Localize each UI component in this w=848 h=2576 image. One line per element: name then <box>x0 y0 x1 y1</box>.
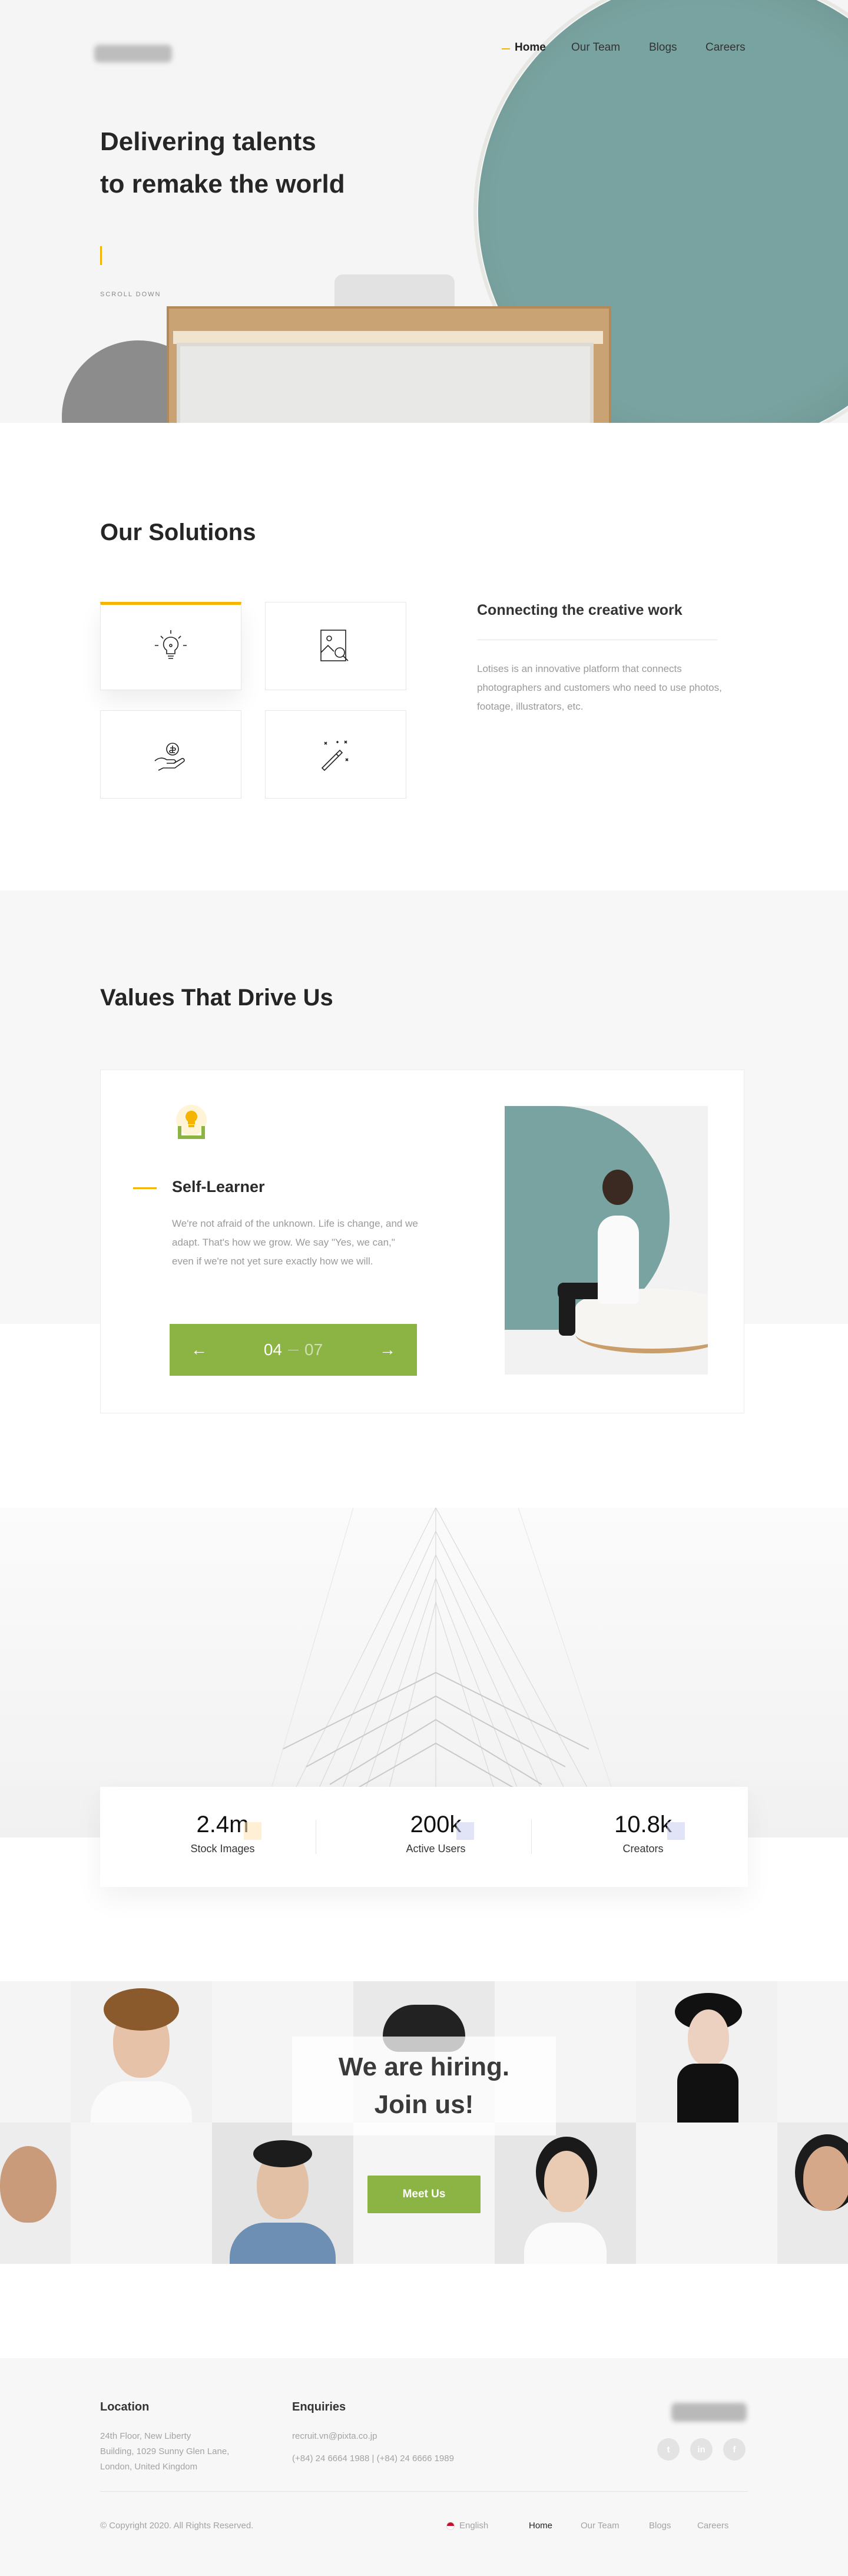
language-selector[interactable]: English <box>446 2521 488 2531</box>
scroll-indicator <box>100 246 102 265</box>
solution-card-lightbulb[interactable] <box>100 602 241 690</box>
stat-label-creators: Creators <box>622 1843 664 1855</box>
solutions-text: Lotises is an innovative platform that c… <box>477 663 722 712</box>
hero-cabinet-top <box>173 331 603 344</box>
photo-person-body <box>598 1216 639 1304</box>
footer-nav-home[interactable]: Home <box>529 2521 552 2531</box>
stat-creators: 10.8k Creators <box>555 1812 731 1855</box>
values-title: Values That Drive Us <box>100 985 333 1011</box>
hero-title: Delivering talents to remake the world <box>100 121 345 206</box>
meet-us-button[interactable]: Meet Us <box>367 2176 481 2213</box>
values-pager: ← 04 07 → <box>170 1324 417 1376</box>
stat-divider <box>531 1820 532 1854</box>
lightbulb-icon <box>155 630 187 659</box>
scroll-down-label[interactable]: SCROLL DOWN <box>100 291 161 298</box>
hand-coin-icon <box>154 743 185 771</box>
solutions-title: Our Solutions <box>100 519 256 545</box>
stat-chip-stock-images <box>244 1822 262 1840</box>
hero-section: Home Our Team Blogs Careers Delivering t… <box>0 0 848 423</box>
photo-person-head <box>602 1170 633 1205</box>
hero-title-line1: Delivering talents <box>100 127 316 156</box>
nav-careers[interactable]: Careers <box>705 41 746 54</box>
solutions-heading: Connecting the creative work <box>477 602 683 618</box>
magic-wand-icon <box>321 740 349 772</box>
hero-cabinet-inner <box>177 343 594 423</box>
stat-label-stock-images: Stock Images <box>190 1843 255 1855</box>
stats-card: 2.4m Stock Images 200k Active Users 10.8… <box>100 1787 748 1887</box>
values-photo <box>505 1106 708 1375</box>
solution-card-image-search[interactable] <box>265 602 406 690</box>
lightbulb-book-icon <box>176 1105 207 1139</box>
stat-active-users: 200k Active Users <box>347 1812 524 1855</box>
team-photo-black-hat <box>636 1981 777 2123</box>
hiring-title-line2: Join us! <box>374 2090 474 2119</box>
footer-location-line3: London, United Kingdom <box>100 2462 198 2472</box>
uk-flag-icon <box>446 2521 455 2530</box>
hero-title-line2: to remake the world <box>100 170 345 198</box>
value-text: We're not afraid of the unknown. Life is… <box>172 1218 418 1267</box>
image-search-icon <box>320 630 349 661</box>
footer-phones[interactable]: (+84) 24 6664 1988 | (+84) 24 6666 1989 <box>292 2451 454 2466</box>
team-photo-bangs <box>495 2123 636 2264</box>
logo[interactable] <box>94 45 172 62</box>
team-photo-woman-left <box>0 2123 71 2264</box>
footer-copyright: © Copyright 2020. All Rights Reserved. <box>100 2521 254 2531</box>
twitter-icon[interactable]: t <box>657 2438 680 2461</box>
stat-chip-active-users <box>456 1822 475 1840</box>
arrow-right-icon[interactable]: → <box>379 1340 396 1359</box>
nav-our-team[interactable]: Our Team <box>571 41 620 54</box>
value-title: Self-Learner <box>172 1178 265 1196</box>
values-current: 04 <box>263 1340 282 1359</box>
stat-label-active-users: Active Users <box>406 1843 466 1855</box>
stat-value-creators: 10.8k <box>614 1812 672 1837</box>
nav-blogs[interactable]: Blogs <box>649 41 677 54</box>
stat-value-stock-images: 2.4m <box>196 1812 249 1837</box>
page: Home Our Team Blogs Careers Delivering t… <box>0 0 848 2576</box>
footer-location-line2: Building, 1029 Sunny Glen Lane, <box>100 2446 230 2456</box>
footer-nav-blogs[interactable]: Blogs <box>649 2521 671 2531</box>
team-photo-curly-hair <box>71 1981 212 2123</box>
values-total: 07 <box>304 1340 323 1359</box>
footer-logo[interactable] <box>671 2403 747 2422</box>
stat-chip-creators <box>667 1822 685 1840</box>
footer-nav-our-team[interactable]: Our Team <box>581 2521 620 2531</box>
hiring-banner: We are hiring. Join us! <box>292 2037 556 2135</box>
arrow-left-icon[interactable]: ← <box>191 1340 207 1359</box>
linkedin-icon[interactable]: in <box>690 2438 713 2461</box>
footer-email[interactable]: recruit.vn@pixta.co.jp <box>292 2429 377 2444</box>
footer-location-address: 24th Floor, New Liberty Building, 1029 S… <box>100 2429 229 2475</box>
footer-location-title: Location <box>100 2400 150 2413</box>
values-accent-dash <box>133 1187 157 1189</box>
footer-location-line1: 24th Floor, New Liberty <box>100 2431 191 2441</box>
footer-nav-careers[interactable]: Careers <box>697 2521 728 2531</box>
stat-value-active-users: 200k <box>410 1812 462 1837</box>
solution-card-hand-coin[interactable] <box>100 710 241 799</box>
stat-stock-images: 2.4m Stock Images <box>134 1812 311 1855</box>
team-photo-denim-jacket <box>212 2123 353 2264</box>
language-label: English <box>459 2521 489 2531</box>
facebook-icon[interactable]: f <box>723 2438 746 2461</box>
values-counter: 04 07 <box>264 1340 323 1359</box>
stat-number-stock-images: 2.4m <box>196 1812 262 1840</box>
footer-divider <box>100 2491 748 2492</box>
nav-active-indicator <box>502 48 510 49</box>
stat-number-active-users: 200k <box>410 1812 475 1840</box>
hiring-title-line1: We are hiring. <box>338 2052 510 2081</box>
nav-home[interactable]: Home <box>515 41 546 54</box>
hero-seat <box>334 274 455 309</box>
solution-card-magic-wand[interactable] <box>265 710 406 799</box>
team-photo-woman-right <box>777 2123 848 2264</box>
stat-number-creators: 10.8k <box>614 1812 685 1840</box>
footer-enquiries-title: Enquiries <box>292 2400 346 2413</box>
